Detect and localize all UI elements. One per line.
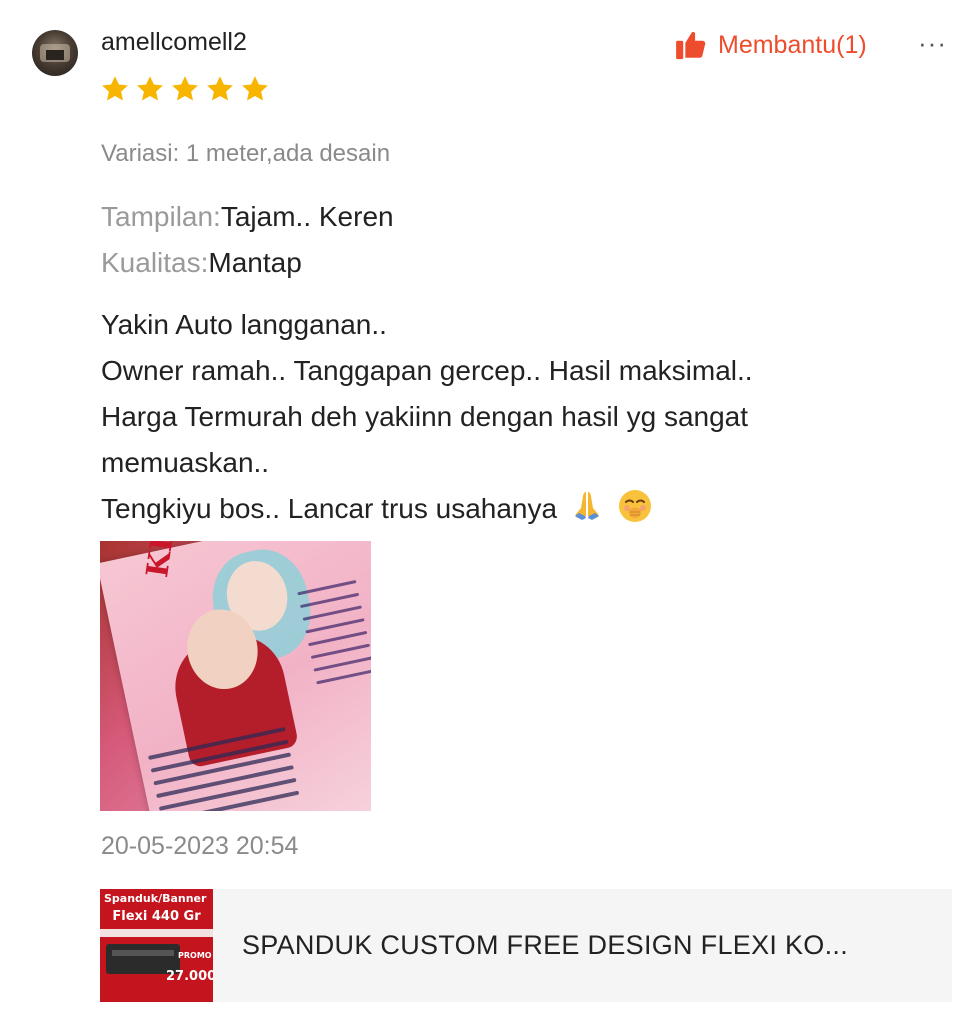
banner-title: KIYA bbox=[140, 541, 186, 580]
avatar[interactable] bbox=[32, 30, 78, 76]
helpful-button[interactable]: Membantu(1) bbox=[674, 28, 867, 62]
review-photo[interactable]: KIYA bbox=[100, 541, 371, 811]
star-icon bbox=[102, 76, 128, 101]
attribute-quality: Kualitas:Mantap bbox=[101, 247, 302, 279]
star-icon bbox=[172, 76, 198, 101]
thumb-heading: Spanduk/Banner bbox=[104, 892, 207, 905]
review-line: Owner ramah.. Tanggapan gercep.. Hasil m… bbox=[101, 355, 753, 386]
review-line: Harga Termurah deh yakiinn dengan hasil … bbox=[101, 401, 749, 432]
review-line: Yakin Auto langganan.. bbox=[101, 309, 387, 340]
banner-print: KIYA bbox=[100, 541, 371, 811]
more-options-icon[interactable]: ··· bbox=[918, 28, 947, 59]
product-title[interactable]: SPANDUK CUSTOM FREE DESIGN FLEXI KO... bbox=[242, 930, 848, 961]
helpful-label: Membantu(1) bbox=[718, 30, 867, 59]
username[interactable]: amellcomell2 bbox=[101, 28, 247, 57]
rating-stars bbox=[100, 74, 270, 104]
review-line-last: Tengkiyu bos.. Lancar trus usahanya bbox=[101, 486, 921, 532]
variant-label: Variasi: 1 meter,ada desain bbox=[101, 140, 391, 167]
folded-hands-emoji bbox=[574, 492, 599, 520]
thumb-price: 27.000 bbox=[166, 969, 213, 984]
attribute-value: Mantap bbox=[208, 247, 302, 278]
product-thumbnail[interactable]: Spanduk/Banner Flexi 440 Gr PROMO 27.000 bbox=[100, 889, 213, 1002]
hand-over-mouth-emoji bbox=[618, 490, 651, 522]
attribute-value: Tajam.. Keren bbox=[220, 201, 394, 232]
review-line: Tengkiyu bos.. Lancar trus usahanya bbox=[101, 493, 558, 524]
thumb-subheading: Flexi 440 Gr bbox=[112, 909, 201, 924]
attribute-key: Kualitas: bbox=[101, 247, 209, 278]
review-timestamp: 20-05-2023 20:54 bbox=[101, 832, 299, 860]
star-icon bbox=[137, 76, 163, 101]
thumbs-up-icon bbox=[676, 31, 706, 60]
thumb-promo: PROMO bbox=[178, 951, 212, 960]
attribute-display: Tampilan:Tajam.. Keren bbox=[101, 201, 394, 233]
review-line: memuaskan.. bbox=[101, 447, 270, 478]
attribute-key: Tampilan: bbox=[101, 201, 221, 232]
product-card[interactable]: Spanduk/Banner Flexi 440 Gr PROMO 27.000… bbox=[100, 889, 952, 1002]
star-icon bbox=[207, 76, 233, 101]
star-icon bbox=[242, 76, 268, 101]
review-body: Yakin Auto langganan.. Owner ramah.. Tan… bbox=[101, 302, 921, 532]
